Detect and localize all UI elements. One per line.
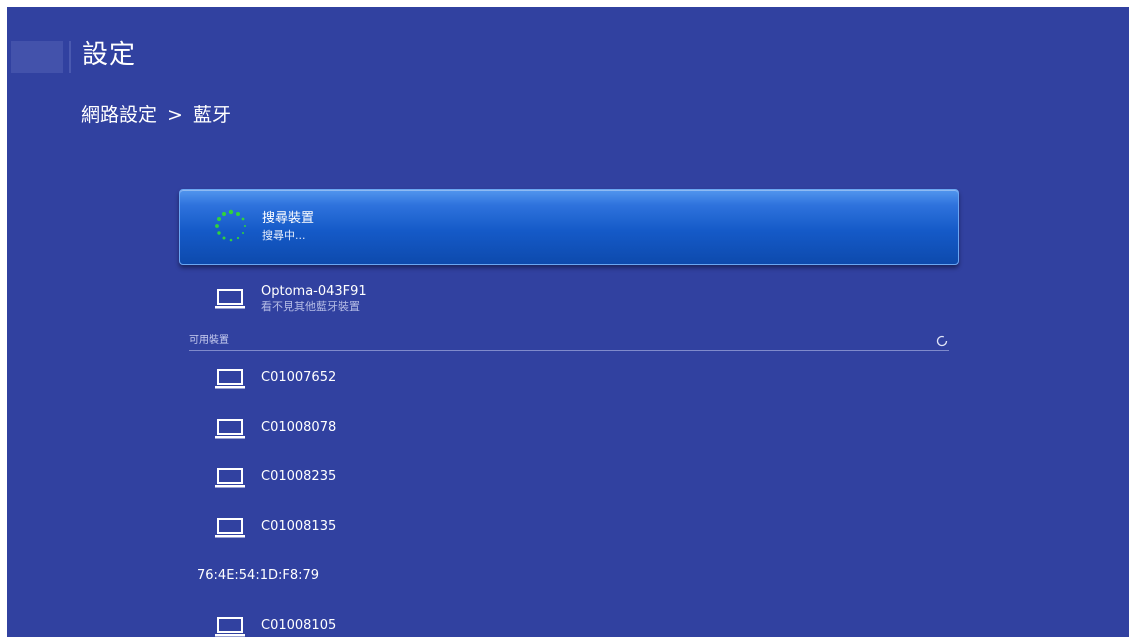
device-item[interactable]: C01008135 [179, 502, 957, 552]
settings-screen: 設定 網路設定 > 藍牙 搜尋裝置 搜尋中... Optoma-043F91 看… [7, 7, 1129, 637]
title-divider [69, 41, 71, 73]
breadcrumb-current: 藍牙 [192, 104, 231, 126]
device-item[interactable]: C01008078 [179, 403, 957, 453]
breadcrumb-separator: > [167, 104, 183, 126]
page-title: 設定 [82, 40, 137, 70]
device-name: C01007652 [261, 370, 337, 385]
available-device-list: C01007652 C01008078 C01008235 C01008135 [179, 353, 957, 637]
device-item[interactable]: C01008105 [179, 601, 957, 637]
available-devices-header: 可用裝置 [189, 332, 949, 352]
logo-placeholder [11, 41, 63, 73]
search-devices-button[interactable]: 搜尋裝置 搜尋中... [179, 189, 959, 265]
paired-device-row[interactable]: Optoma-043F91 看不見其他藍牙裝置 [179, 277, 957, 321]
refresh-icon[interactable] [935, 334, 949, 348]
section-divider [189, 350, 949, 351]
device-name: C01008135 [261, 518, 337, 534]
paired-device-subtitle: 看不見其他藍牙裝置 [261, 300, 360, 313]
laptop-icon [215, 369, 245, 389]
laptop-icon [215, 468, 245, 488]
device-name: C01008105 [261, 617, 337, 633]
loading-spinner-icon [215, 209, 246, 242]
available-devices-label: 可用裝置 [189, 335, 229, 346]
paired-device-name: Optoma-043F91 [261, 284, 367, 299]
laptop-icon [215, 418, 245, 438]
breadcrumb-parent[interactable]: 網路設定 [81, 104, 157, 126]
laptop-icon [215, 616, 245, 636]
device-name: 76:4E:54:1D:F8:79 [197, 568, 320, 583]
search-status: 搜尋中... [262, 229, 306, 242]
device-item[interactable]: 76:4E:54:1D:F8:79 [179, 551, 957, 601]
device-item[interactable]: C01008235 [179, 452, 957, 502]
laptop-icon [215, 289, 245, 309]
device-item[interactable]: C01007652 [179, 353, 957, 403]
search-devices-title: 搜尋裝置 [262, 211, 315, 226]
device-name: C01008235 [261, 469, 337, 484]
breadcrumb: 網路設定 > 藍牙 [81, 101, 231, 129]
device-name: C01008078 [261, 419, 337, 435]
laptop-icon [215, 517, 245, 537]
